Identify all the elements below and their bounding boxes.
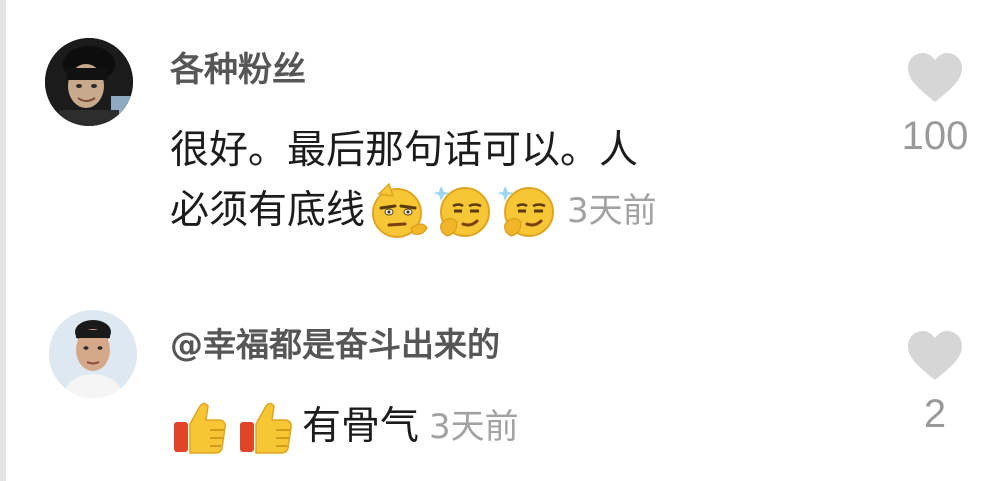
comment-text-segment: 必须有底线 [170, 188, 366, 233]
comment-text: 很好。最后那句话可以。人 必须有底线 3天前 [170, 122, 850, 242]
comment-text-line: 很好。最后那句话可以。人 [170, 128, 639, 173]
avatar[interactable] [45, 38, 133, 126]
comment-text-segment: 有骨气 [302, 404, 420, 449]
like-count: 100 [901, 114, 969, 158]
heart-icon[interactable] [906, 52, 964, 104]
avatar[interactable] [49, 310, 137, 398]
thumbs-up-icon [174, 402, 226, 454]
heart-icon[interactable] [906, 330, 964, 382]
smirk-emoji-icon [372, 182, 428, 238]
like-button[interactable]: 2 [890, 330, 980, 437]
comment-text: 有骨气 3天前 [170, 398, 519, 456]
thinking-emoji-icon [497, 186, 555, 237]
like-button[interactable]: 100 [890, 52, 980, 159]
like-count: 2 [923, 392, 947, 436]
username[interactable]: 各种粉丝 [170, 42, 306, 91]
comment-item: 各种粉丝 很好。最后那句话可以。人 必须有底线 3天前 100 [0, 0, 1000, 290]
thinking-emoji-icon [433, 186, 491, 237]
username[interactable]: @幸福都是奋斗出来的 [170, 318, 500, 366]
comment-text-line: 必须有底线 3天前 [170, 180, 850, 242]
timestamp: 3天前 [429, 407, 519, 447]
comment-item: @幸福都是奋斗出来的 有骨气 3天前 2 [0, 290, 1000, 481]
thumbs-up-icon [240, 402, 292, 454]
timestamp: 3天前 [567, 191, 657, 231]
